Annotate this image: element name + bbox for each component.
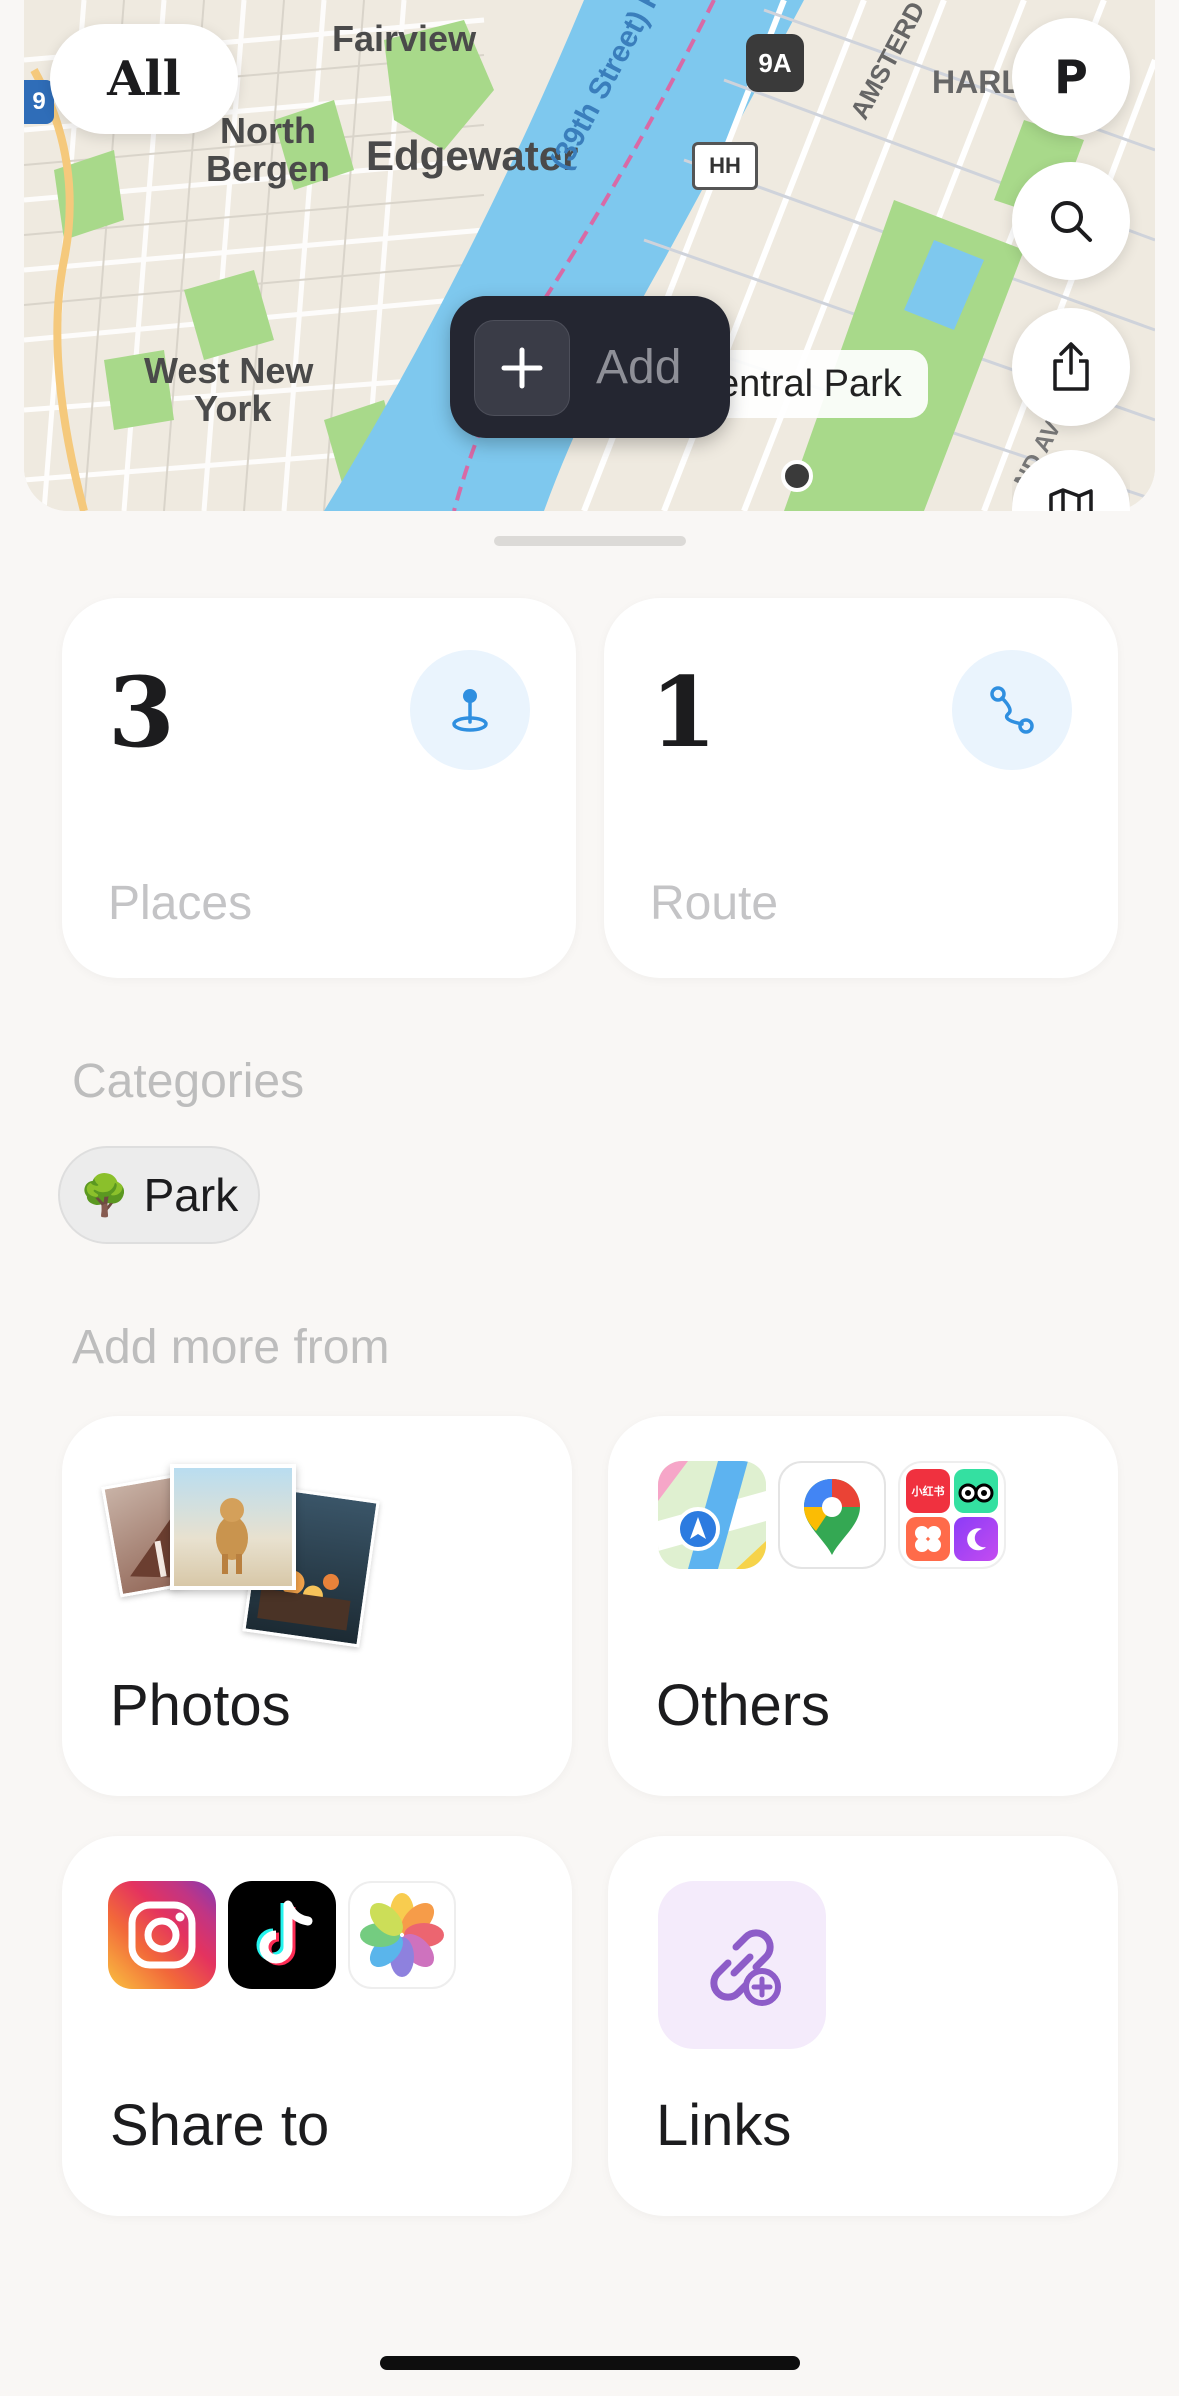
instagram-icon bbox=[108, 1881, 216, 1989]
google-maps-icon bbox=[778, 1461, 886, 1569]
poi-label-central-park[interactable]: entral Park bbox=[700, 350, 928, 418]
apple-photos-icon bbox=[348, 1881, 456, 1989]
add-label: Add bbox=[596, 341, 682, 394]
share-button[interactable] bbox=[1012, 308, 1130, 426]
plus-icon bbox=[501, 347, 543, 389]
add-plus-button[interactable] bbox=[474, 320, 570, 416]
source-card-share-to[interactable]: Share to bbox=[62, 1836, 572, 2216]
map-label-west-new-york-2: York bbox=[194, 388, 272, 429]
map-label-west-new-york: West New bbox=[144, 350, 314, 391]
hh-shield: HH bbox=[692, 142, 758, 190]
sheet-grabber[interactable] bbox=[494, 536, 686, 546]
links-label: Links bbox=[656, 2093, 792, 2158]
filter-all-pill[interactable]: All bbox=[50, 24, 238, 134]
map-style-button[interactable] bbox=[1012, 450, 1130, 511]
pin-icon bbox=[452, 689, 488, 732]
categories-title: Categories bbox=[72, 1055, 305, 1108]
home-indicator[interactable] bbox=[380, 2356, 800, 2370]
tree-icon: 🌳 bbox=[79, 1173, 130, 1218]
map-style-button-clip bbox=[1012, 450, 1130, 511]
source-card-links[interactable]: Links bbox=[608, 1836, 1118, 2216]
source-card-others[interactable]: 小红书 Others bbox=[608, 1416, 1118, 1796]
route-9a-shield: 9A bbox=[746, 34, 804, 92]
search-icon bbox=[1051, 201, 1092, 242]
places-count: 3 bbox=[108, 656, 175, 769]
route-icon bbox=[990, 686, 1034, 734]
share-icon bbox=[1053, 342, 1089, 391]
tiktok-icon bbox=[228, 1881, 336, 1989]
photo-thumb-dog bbox=[170, 1464, 296, 1590]
xiaohongshu-icon: 小红书 bbox=[906, 1469, 950, 1513]
places-stat-card[interactable]: 3 Places bbox=[62, 598, 576, 978]
moon-app-icon bbox=[954, 1517, 998, 1561]
apple-maps-icon bbox=[658, 1461, 766, 1569]
map-fold-icon bbox=[1049, 488, 1093, 511]
category-chip-park[interactable]: 🌳 Park bbox=[58, 1146, 260, 1244]
map-label-north-bergen-2: Bergen bbox=[206, 148, 331, 189]
profile-avatar-button[interactable]: P bbox=[1012, 18, 1130, 136]
other-apps-folder-icon: 小红书 bbox=[898, 1461, 1006, 1569]
places-label: Places bbox=[108, 877, 253, 930]
map-label-harl: HARL bbox=[932, 64, 1021, 100]
places-icon-badge bbox=[410, 650, 530, 770]
share-to-label: Share to bbox=[110, 2093, 330, 2158]
tripadvisor-icon bbox=[954, 1469, 998, 1513]
route-9-shield: 9 bbox=[24, 80, 54, 124]
avatar-initial: P bbox=[1054, 50, 1088, 104]
map-label-fairview: Fairview bbox=[332, 18, 477, 59]
route-icon-badge bbox=[952, 650, 1072, 770]
route-count: 1 bbox=[650, 656, 717, 769]
source-card-photos[interactable]: Photos bbox=[62, 1416, 572, 1796]
route-stat-card[interactable]: 1 Route bbox=[604, 598, 1118, 978]
links-icon-badge bbox=[658, 1881, 826, 2049]
add-place-bar[interactable]: Add bbox=[450, 296, 730, 438]
map-label-north-bergen: North bbox=[220, 110, 316, 151]
route-label: Route bbox=[650, 877, 779, 930]
flower-app-icon bbox=[906, 1517, 950, 1561]
category-chip-label: Park bbox=[143, 1169, 239, 1221]
add-more-title: Add more from bbox=[72, 1321, 390, 1374]
photos-label: Photos bbox=[110, 1673, 291, 1738]
others-label: Others bbox=[656, 1673, 831, 1738]
link-add-icon bbox=[710, 1929, 781, 2006]
search-button[interactable] bbox=[1012, 162, 1130, 280]
